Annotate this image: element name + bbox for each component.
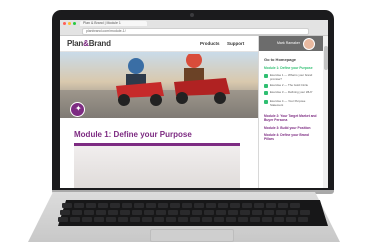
check-icon xyxy=(264,74,268,78)
scrollbar-thumb[interactable] xyxy=(324,46,328,70)
camera-icon xyxy=(190,13,194,17)
site-header: Plan&Brand Products Support xyxy=(60,36,258,52)
check-icon xyxy=(264,91,268,95)
browser-tab[interactable]: Plan & Brand | Module 1 xyxy=(80,21,147,26)
logo-text-plan: Plan xyxy=(67,39,84,48)
video-thumbnail[interactable] xyxy=(74,146,240,188)
module-sidebar: Mark Ramaker Go to Homepage Module 1: De… xyxy=(258,36,328,188)
close-window-button[interactable] xyxy=(63,22,66,25)
web-page: Plan&Brand Products Support ✦ Module 1: … xyxy=(60,36,328,188)
hero-image: ✦ xyxy=(60,52,258,118)
user-name[interactable]: Mark Ramaker xyxy=(277,41,300,45)
laptop-screen: Plan & Brand | Module 1 planbrand.com/mo… xyxy=(60,20,328,188)
lightbulb-icon: ✦ xyxy=(70,102,85,117)
goto-homepage-link[interactable]: Go to Homepage xyxy=(264,57,296,62)
user-bar: Mark Ramaker xyxy=(259,36,323,51)
sidebar-module-1[interactable]: Module 1: Define your Purpose xyxy=(264,66,319,70)
avatar[interactable] xyxy=(303,38,315,50)
keyboard-row xyxy=(62,203,300,208)
check-icon xyxy=(264,100,268,104)
sidebar-exercise-4[interactable]: Exercise 4 — Your Purpose Statement xyxy=(264,99,319,107)
address-bar[interactable]: planbrand.com/module-1/ xyxy=(82,28,309,35)
page-title: Module 1: Define your Purpose xyxy=(74,130,192,139)
sidebar-exercise-3[interactable]: Exercise 3 — Defining your WHY xyxy=(264,90,319,95)
logo-text-brand: Brand xyxy=(88,39,111,48)
sidebar-module-3[interactable]: Module 3: Build your Position xyxy=(264,126,319,130)
minimize-window-button[interactable] xyxy=(68,22,71,25)
laptop-mockup: Plan & Brand | Module 1 planbrand.com/mo… xyxy=(0,0,365,242)
maximize-window-button[interactable] xyxy=(73,22,76,25)
sidebar-exercise-1[interactable]: Exercise 1 — What is your brand promise? xyxy=(264,73,319,81)
keyboard-row xyxy=(60,210,310,215)
sidebar-exercise-2[interactable]: Exercise 2 — The Gold Circle xyxy=(264,83,319,88)
nav-products[interactable]: Products xyxy=(200,41,220,46)
sidebar-module-4[interactable]: Module 4: Define your Brand Pillars xyxy=(264,133,319,141)
sidebar-module-2[interactable]: Module 2: Your Target Market and Buyer P… xyxy=(264,114,319,122)
site-logo[interactable]: Plan&Brand xyxy=(67,39,111,48)
window-controls xyxy=(63,22,76,25)
keyboard-row xyxy=(58,217,308,222)
trackpad xyxy=(150,229,234,242)
scrollbar[interactable] xyxy=(323,36,328,188)
check-icon xyxy=(264,84,268,88)
nav-support[interactable]: Support xyxy=(227,41,244,46)
go-kart-racers-illustration xyxy=(116,54,230,106)
content-card xyxy=(74,143,240,188)
browser-chrome: Plan & Brand | Module 1 planbrand.com/mo… xyxy=(60,20,328,36)
